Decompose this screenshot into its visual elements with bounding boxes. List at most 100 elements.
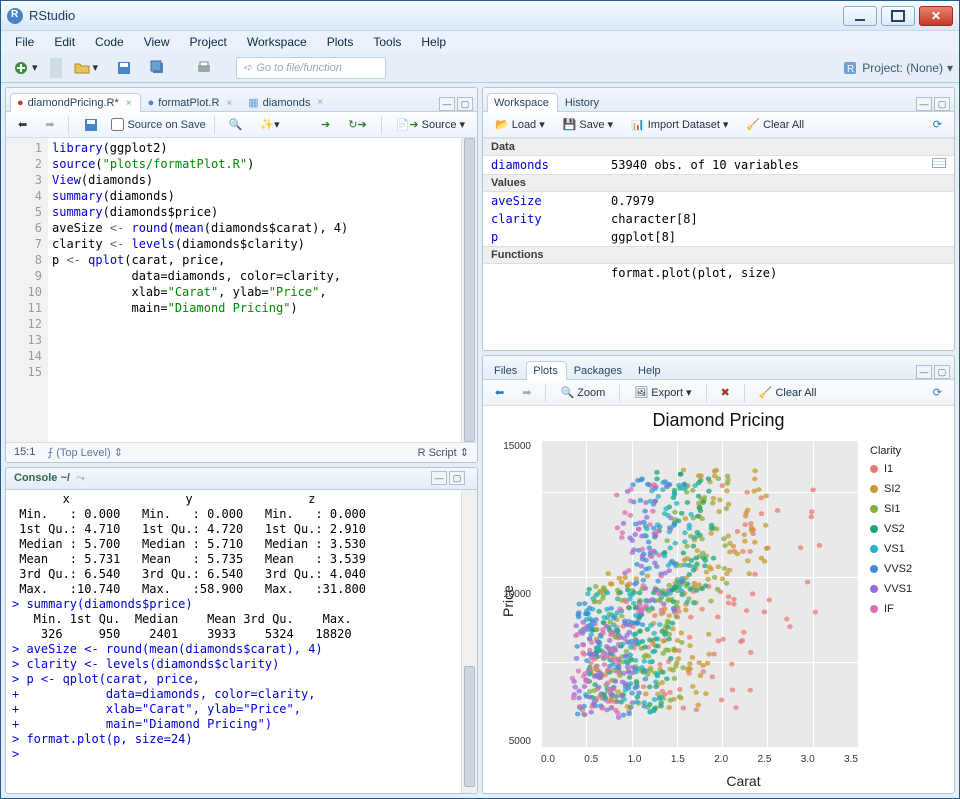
run-line-button[interactable]: ➔ [315, 114, 336, 135]
console-dropdown-icon[interactable]: ⤳ [76, 472, 85, 485]
chart-legend: ClarityI1SI2SI1VS2VS1VVS2VVS1IF [862, 431, 954, 771]
console-scrollbar[interactable] [461, 490, 477, 793]
close-tab-icon[interactable]: × [126, 98, 132, 109]
clear-all-button[interactable]: 🧹 Clear All [740, 114, 810, 135]
plots-tab[interactable]: Plots [526, 361, 566, 380]
pane-maximize-button[interactable]: ▢ [449, 471, 465, 485]
source-tabs: ●diamondPricing.R*×●formatPlot.R×▦diamon… [6, 88, 477, 112]
plots-tab[interactable]: Packages [567, 361, 631, 380]
back-button[interactable]: ⬅ [12, 114, 33, 135]
workspace-row[interactable]: claritycharacter[8] [483, 210, 954, 228]
pane-maximize-button[interactable]: ▢ [457, 97, 473, 111]
legend-item: VVS2 [870, 563, 950, 575]
project-label: Project: (None) [862, 61, 943, 75]
save-button[interactable] [110, 56, 138, 80]
source-button[interactable]: 📄➔ Source ▾ [390, 114, 471, 135]
menu-workspace[interactable]: Workspace [239, 33, 315, 51]
rerun-button[interactable]: ↻➔ [342, 114, 372, 135]
find-button[interactable]: 🔍 [223, 114, 249, 135]
chart-xlabel: Carat [483, 771, 954, 793]
pane-minimize-button[interactable]: — [916, 365, 932, 379]
source-tab[interactable]: ●diamondPricing.R*× [10, 93, 141, 112]
menu-view[interactable]: View [136, 33, 178, 51]
workspace-tabs: WorkspaceHistory — ▢ [483, 88, 954, 112]
plots-tab[interactable]: Files [487, 361, 526, 380]
save-workspace-button[interactable]: 💾 Save▾ [557, 114, 619, 135]
menu-plots[interactable]: Plots [319, 33, 362, 51]
new-file-button[interactable]: ▾ [7, 56, 44, 80]
legend-item: SI1 [870, 503, 950, 515]
workspace-tab[interactable]: History [558, 93, 608, 112]
load-button[interactable]: 📂 Load▾ [489, 114, 551, 135]
goto-file-placeholder: Go to file/function [256, 62, 342, 74]
print-button[interactable] [190, 56, 218, 80]
plot-prev-button[interactable]: ⬅ [489, 382, 510, 403]
svg-text:R: R [847, 64, 854, 75]
menu-help[interactable]: Help [413, 33, 454, 51]
console[interactable]: x y z Min. : 0.000 Min. : 0.000 Min. : 0… [6, 490, 477, 793]
close-tab-icon[interactable]: × [317, 97, 323, 108]
grid-icon[interactable] [932, 158, 946, 168]
source-tab[interactable]: ●formatPlot.R× [141, 93, 242, 112]
workspace-tab[interactable]: Workspace [487, 93, 558, 112]
legend-item: VS2 [870, 523, 950, 535]
plot-next-button[interactable]: ➡ [516, 382, 537, 403]
save-all-button[interactable] [144, 56, 172, 80]
menu-code[interactable]: Code [87, 33, 132, 51]
workspace-row[interactable]: aveSize0.7979 [483, 192, 954, 210]
menu-project[interactable]: Project [182, 33, 235, 51]
pane-minimize-button[interactable]: — [916, 97, 932, 111]
workspace-section-header: Functions [483, 246, 954, 264]
file-icon: ▦ [248, 96, 258, 109]
legend-item: VVS1 [870, 583, 950, 595]
wand-button[interactable]: ✨▾ [254, 114, 285, 135]
file-icon: ● [17, 97, 24, 109]
legend-item: VS1 [870, 543, 950, 555]
menu-edit[interactable]: Edit [46, 33, 83, 51]
file-icon: ● [148, 97, 155, 109]
menu-tools[interactable]: Tools [365, 33, 409, 51]
workspace-row[interactable]: format.plot(plot, size) [483, 264, 954, 282]
remove-plot-button[interactable]: ✖ [715, 382, 736, 403]
workspace-row[interactable]: diamonds53940 obs. of 10 variables [483, 156, 954, 174]
legend-item: IF [870, 603, 950, 615]
open-file-button[interactable]: ▾ [68, 56, 105, 80]
pane-minimize-button[interactable]: — [431, 471, 447, 485]
chart-title: Diamond Pricing [483, 406, 954, 431]
source-on-save-checkbox[interactable]: Source on Save [111, 118, 205, 131]
pane-maximize-button[interactable]: ▢ [934, 365, 950, 379]
refresh-plots-button[interactable]: ⟳ [927, 382, 948, 403]
close-button[interactable] [919, 6, 953, 26]
save-file-button[interactable] [77, 113, 105, 137]
goto-file-input[interactable]: ➪Go to file/function [236, 57, 386, 79]
maximize-button[interactable] [881, 6, 915, 26]
scope-selector[interactable]: ⨍ (Top Level) ⇕ [47, 446, 123, 459]
export-button[interactable]: 🖼 Export▾ [628, 382, 697, 403]
code-editor[interactable]: library(ggplot2)source("plots/formatPlot… [48, 138, 477, 442]
refresh-button[interactable]: ⟳ [927, 114, 948, 135]
import-dataset-button[interactable]: 📊 Import Dataset▾ [625, 114, 734, 135]
editor-scrollbar[interactable] [461, 138, 477, 442]
zoom-button[interactable]: 🔍 Zoom [554, 382, 611, 403]
legend-item: I1 [870, 463, 950, 475]
chart-area [541, 441, 858, 747]
menubar: FileEditCodeViewProjectWorkspacePlotsToo… [1, 31, 959, 53]
pane-maximize-button[interactable]: ▢ [934, 97, 950, 111]
forward-button[interactable]: ➡ [39, 114, 60, 135]
minimize-button[interactable] [843, 6, 877, 26]
project-selector[interactable]: R Project: (None) ▾ [842, 60, 953, 76]
close-tab-icon[interactable]: × [226, 98, 232, 109]
workspace-section-header: Values [483, 174, 954, 192]
file-type-selector[interactable]: R Script ⇕ [418, 446, 469, 459]
console-header: Console ~/ [14, 472, 70, 484]
source-tab[interactable]: ▦diamonds× [241, 92, 332, 112]
window-title: RStudio [29, 8, 839, 23]
app-icon [7, 8, 23, 24]
workspace-row[interactable]: pggplot[8] [483, 228, 954, 246]
pane-minimize-button[interactable]: — [439, 97, 455, 111]
cursor-position: 15:1 [14, 446, 35, 458]
clear-plots-button[interactable]: 🧹 Clear All [753, 382, 823, 403]
menu-file[interactable]: File [7, 33, 42, 51]
workspace-section-header: Data [483, 138, 954, 156]
plots-tab[interactable]: Help [631, 361, 670, 380]
